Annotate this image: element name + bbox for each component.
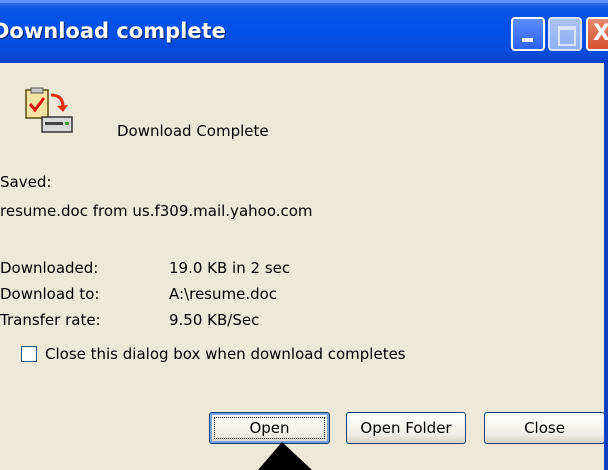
focus-indicator [214, 417, 325, 439]
maximize-button [548, 17, 582, 51]
open-button[interactable]: Open [209, 412, 330, 444]
dialog-body: Download Complete Saved: resume.doc from… [0, 63, 604, 470]
mouse-pointer-icon [258, 442, 312, 470]
download-complete-icon [25, 87, 73, 133]
downloaded-label: Downloaded: [0, 259, 99, 277]
close-button-label: Close [524, 419, 565, 437]
close-icon: X [593, 21, 608, 46]
download-to-value: A:\resume.doc [169, 285, 278, 303]
open-folder-button-label: Open Folder [360, 419, 452, 437]
close-window-button[interactable]: X [586, 17, 608, 51]
transfer-rate-value: 9.50 KB/Sec [169, 311, 260, 329]
download-to-label: Download to: [0, 285, 100, 303]
downloaded-value: 19.0 KB in 2 sec [169, 259, 291, 277]
close-button[interactable]: Close [484, 412, 604, 444]
title-bar[interactable]: Download complete X [0, 0, 608, 63]
download-complete-dialog: Download complete X Download Complete Sa… [0, 0, 608, 470]
transfer-rate-label: Transfer rate: [0, 311, 101, 329]
window-title: Download complete [0, 19, 226, 43]
window-right-border [604, 63, 608, 470]
minimize-button[interactable] [511, 17, 545, 51]
close-when-complete-label[interactable]: Close this dialog box when download comp… [45, 345, 406, 363]
close-when-complete-checkbox[interactable] [21, 346, 37, 362]
download-complete-message: Download Complete [117, 122, 269, 140]
saved-file-detail: resume.doc from us.f309.mail.yahoo.com [0, 202, 313, 220]
maximize-icon [558, 26, 576, 46]
saved-label: Saved: [0, 173, 52, 191]
open-folder-button[interactable]: Open Folder [346, 412, 466, 444]
minimize-icon [522, 38, 533, 42]
